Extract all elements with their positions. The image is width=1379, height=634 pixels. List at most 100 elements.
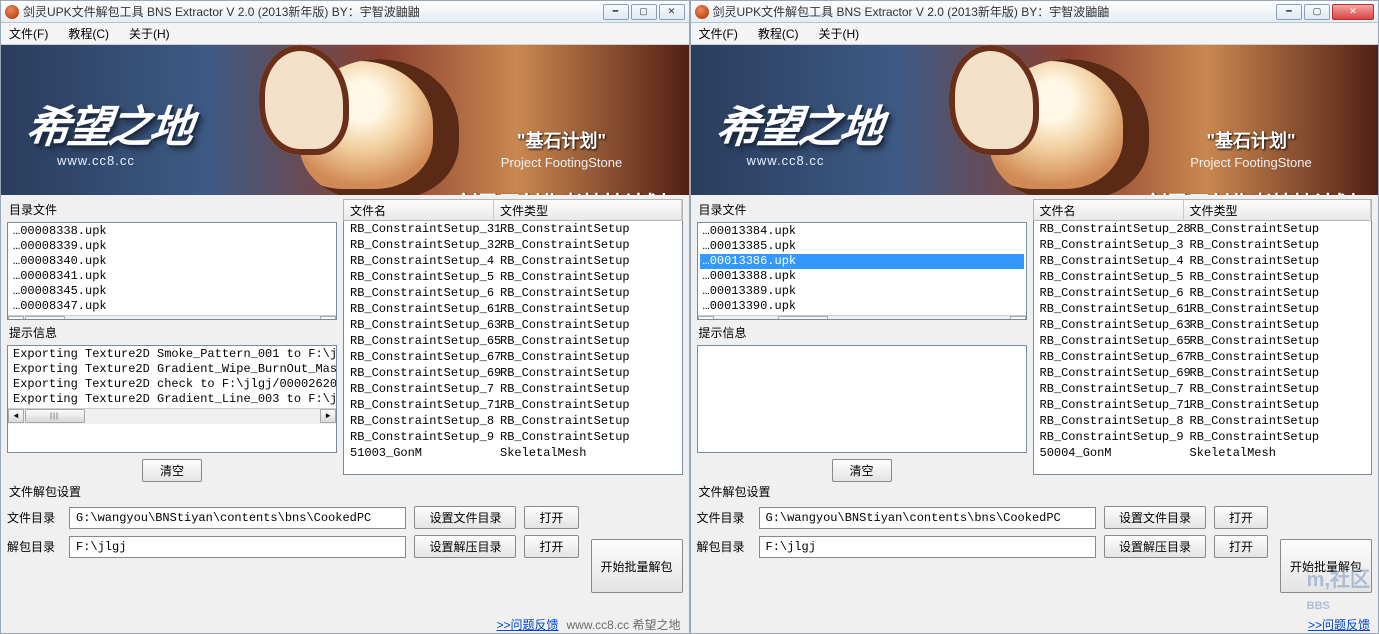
banner: 希望之地 www.cc8.cc "基石计划" Project FootingSt… [691, 45, 1379, 195]
titlebar[interactable]: 剑灵UPK文件解包工具 BNS Extractor V 2.0 (2013新年版… [1, 1, 689, 23]
scroll-thumb[interactable] [25, 316, 65, 320]
table-row[interactable]: RB_ConstraintSetup_65RB_ConstraintSetup [344, 333, 682, 349]
table-row[interactable]: RB_ConstraintSetup_8RB_ConstraintSetup [344, 413, 682, 429]
table-row[interactable]: RB_ConstraintSetup_67RB_ConstraintSetup [344, 349, 682, 365]
extractdir-input[interactable] [69, 536, 406, 558]
maximize-button[interactable]: ▢ [631, 4, 657, 20]
open-filedir-button[interactable]: 打开 [524, 506, 578, 529]
scroll-thumb[interactable] [25, 409, 85, 423]
scroll-thumb[interactable] [778, 316, 828, 320]
set-extractdir-button[interactable]: 设置解压目录 [414, 535, 516, 558]
maximize-button[interactable]: ▢ [1304, 4, 1330, 20]
scroll-right-icon[interactable]: ► [320, 316, 336, 320]
list-item[interactable]: …00013384.upk [700, 224, 1024, 239]
table-row[interactable]: RB_ConstraintSetup_8RB_ConstraintSetup [1034, 413, 1372, 429]
list-item[interactable]: …00008341.upk [10, 269, 334, 284]
table-row[interactable]: RB_ConstraintSetup_5RB_ConstraintSetup [344, 269, 682, 285]
close-button[interactable]: ✕ [1332, 4, 1374, 20]
hint-info-label: 提示信息 [699, 324, 1027, 341]
list-item[interactable]: …00013389.upk [700, 284, 1024, 299]
table-row[interactable]: RB_ConstraintSetup_61RB_ConstraintSetup [344, 301, 682, 317]
cell-filename: RB_ConstraintSetup_6 [1034, 285, 1184, 301]
dir-files-label: 目录文件 [699, 201, 1027, 218]
hscrollbar[interactable]: ◄ ► [698, 315, 1026, 320]
start-batch-extract-button[interactable]: 开始批量解包 [1280, 539, 1372, 593]
set-extractdir-button[interactable]: 设置解压目录 [1104, 535, 1206, 558]
table-row[interactable]: RB_ConstraintSetup_9RB_ConstraintSetup [344, 429, 682, 445]
table-row[interactable]: RB_ConstraintSetup_4RB_ConstraintSetup [1034, 253, 1372, 269]
table-row[interactable]: RB_ConstraintSetup_6RB_ConstraintSetup [1034, 285, 1372, 301]
file-table[interactable]: RB_ConstraintSetup_31RB_ConstraintSetupR… [343, 221, 683, 475]
list-item[interactable]: …00013390.upk [700, 299, 1024, 314]
list-item[interactable]: …00013388.upk [700, 269, 1024, 284]
menu-file[interactable]: 文件(F) [9, 25, 48, 42]
scroll-right-icon[interactable]: ► [320, 409, 336, 423]
table-row[interactable]: RB_ConstraintSetup_5RB_ConstraintSetup [1034, 269, 1372, 285]
footer-site[interactable]: www.cc8.cc 希望之地 [566, 616, 680, 633]
set-filedir-button[interactable]: 设置文件目录 [1104, 506, 1206, 529]
table-row[interactable]: 50004_GonMSkeletalMesh [1034, 445, 1372, 461]
table-row[interactable]: RB_ConstraintSetup_63RB_ConstraintSetup [1034, 317, 1372, 333]
table-row[interactable]: RB_ConstraintSetup_4RB_ConstraintSetup [344, 253, 682, 269]
feedback-link[interactable]: >>问题反馈 [1308, 616, 1370, 633]
list-item[interactable]: …00013386.upk [700, 254, 1024, 269]
list-item[interactable]: …00008339.upk [10, 239, 334, 254]
list-item[interactable]: …00008347.upk [10, 299, 334, 314]
table-row[interactable]: RB_ConstraintSetup_69RB_ConstraintSetup [1034, 365, 1372, 381]
table-row[interactable]: RB_ConstraintSetup_67RB_ConstraintSetup [1034, 349, 1372, 365]
filedir-input[interactable] [759, 507, 1096, 529]
scroll-right-icon[interactable]: ► [1010, 316, 1026, 320]
table-row[interactable]: RB_ConstraintSetup_7RB_ConstraintSetup [344, 381, 682, 397]
menu-about[interactable]: 关于(H) [129, 25, 170, 42]
table-row[interactable]: RB_ConstraintSetup_69RB_ConstraintSetup [344, 365, 682, 381]
log-listbox[interactable]: Exporting Texture2D Smoke_Pattern_001 to… [7, 345, 337, 453]
set-filedir-button[interactable]: 设置文件目录 [414, 506, 516, 529]
menu-tutorial[interactable]: 教程(C) [68, 25, 109, 42]
list-item[interactable]: …00013385.upk [700, 239, 1024, 254]
open-extractdir-button[interactable]: 打开 [1214, 535, 1268, 558]
table-row[interactable]: RB_ConstraintSetup_61RB_ConstraintSetup [1034, 301, 1372, 317]
col-filename[interactable]: 文件名 [344, 200, 494, 221]
table-row[interactable]: RB_ConstraintSetup_65RB_ConstraintSetup [1034, 333, 1372, 349]
menu-about[interactable]: 关于(H) [819, 25, 860, 42]
table-row[interactable]: RB_ConstraintSetup_71RB_ConstraintSetup [1034, 397, 1372, 413]
feedback-link[interactable]: >>问题反馈 [496, 616, 558, 633]
titlebar[interactable]: 剑灵UPK文件解包工具 BNS Extractor V 2.0 (2013新年版… [691, 1, 1379, 23]
table-row[interactable]: RB_ConstraintSetup_6RB_ConstraintSetup [344, 285, 682, 301]
extractdir-label: 解包目录 [7, 538, 61, 555]
scroll-left-icon[interactable]: ◄ [698, 316, 714, 320]
log-listbox[interactable] [697, 345, 1027, 453]
table-row[interactable]: RB_ConstraintSetup_3RB_ConstraintSetup [1034, 237, 1372, 253]
close-button[interactable]: ✕ [659, 4, 685, 20]
col-filename[interactable]: 文件名 [1034, 200, 1184, 221]
table-row[interactable]: 51003_GonMSkeletalMesh [344, 445, 682, 461]
menu-file[interactable]: 文件(F) [699, 25, 738, 42]
table-row[interactable]: RB_ConstraintSetup_9RB_ConstraintSetup [1034, 429, 1372, 445]
filedir-input[interactable] [69, 507, 406, 529]
dir-listbox[interactable]: …00013384.upk…00013385.upk…00013386.upk…… [697, 222, 1027, 320]
open-filedir-button[interactable]: 打开 [1214, 506, 1268, 529]
minimize-button[interactable]: ━ [603, 4, 629, 20]
extractdir-input[interactable] [759, 536, 1096, 558]
minimize-button[interactable]: ━ [1276, 4, 1302, 20]
menu-tutorial[interactable]: 教程(C) [758, 25, 799, 42]
table-row[interactable]: RB_ConstraintSetup_7RB_ConstraintSetup [1034, 381, 1372, 397]
dir-listbox[interactable]: …00008338.upk…00008339.upk…00008340.upk…… [7, 222, 337, 320]
list-item[interactable]: …00008340.upk [10, 254, 334, 269]
col-filetype[interactable]: 文件类型 [1184, 200, 1372, 221]
hscrollbar[interactable]: ◄ ► [8, 315, 336, 320]
file-table[interactable]: RB_ConstraintSetup_28RB_ConstraintSetupR… [1033, 221, 1373, 475]
table-row[interactable]: RB_ConstraintSetup_32RB_ConstraintSetup [344, 237, 682, 253]
scroll-left-icon[interactable]: ◄ [8, 409, 24, 423]
table-row[interactable]: RB_ConstraintSetup_63RB_ConstraintSetup [344, 317, 682, 333]
list-item[interactable]: …00008345.upk [10, 284, 334, 299]
table-row[interactable]: RB_ConstraintSetup_28RB_ConstraintSetup [1034, 221, 1372, 237]
scroll-left-icon[interactable]: ◄ [8, 316, 24, 320]
table-row[interactable]: RB_ConstraintSetup_31RB_ConstraintSetup [344, 221, 682, 237]
hscrollbar[interactable]: ◄ ► [8, 408, 336, 424]
open-extractdir-button[interactable]: 打开 [524, 535, 578, 558]
col-filetype[interactable]: 文件类型 [494, 200, 682, 221]
table-row[interactable]: RB_ConstraintSetup_71RB_ConstraintSetup [344, 397, 682, 413]
start-batch-extract-button[interactable]: 开始批量解包 [591, 539, 683, 593]
list-item[interactable]: …00008338.upk [10, 224, 334, 239]
